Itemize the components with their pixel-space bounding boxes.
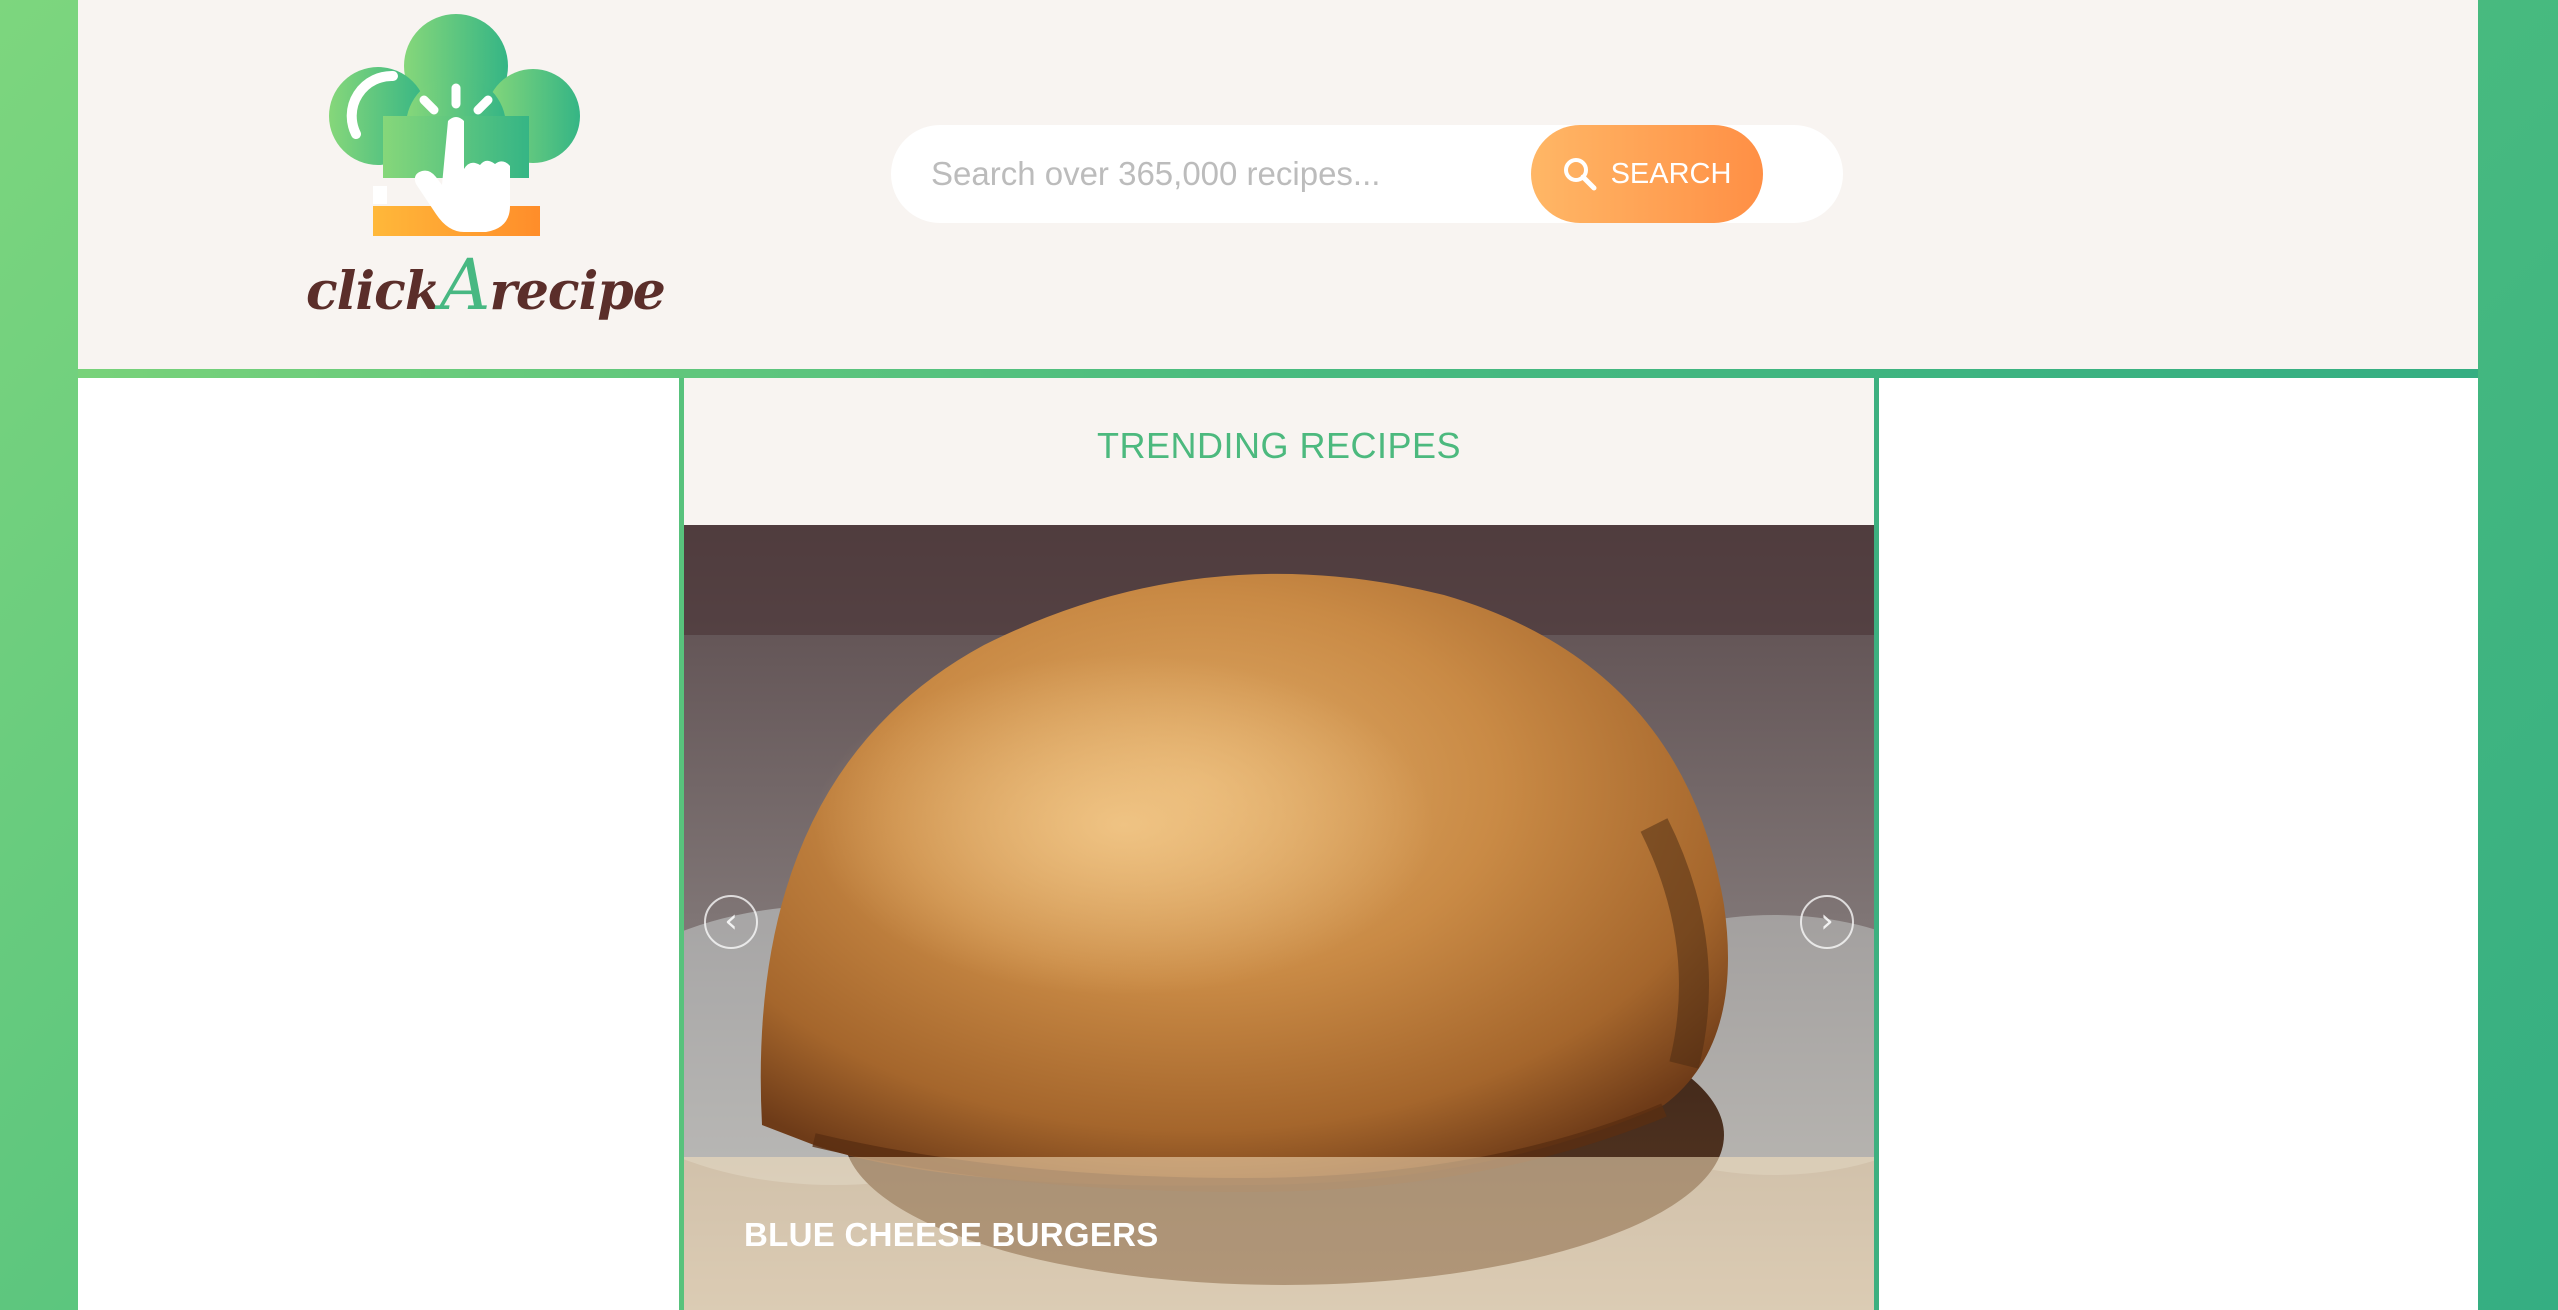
chef-hat-pointer-icon (329, 14, 580, 236)
search-form: SEARCH (891, 125, 1843, 223)
carousel-prev-button[interactable]: ‹ (704, 895, 758, 949)
page: clickArecipe SEARCH TRENDING RECIPES (78, 0, 2478, 1310)
site-header: clickArecipe SEARCH (78, 0, 2478, 369)
logo-wordmark-accent: A (439, 244, 491, 326)
chevron-left-icon: ‹ (724, 901, 738, 941)
search-icon (1563, 158, 1597, 191)
header-divider (78, 369, 2478, 378)
trending-recipes-panel: TRENDING RECIPES ‹ › BLUE CHEESE BURGERS (679, 378, 1879, 1310)
carousel-next-button[interactable]: › (1800, 895, 1854, 949)
trending-title: TRENDING RECIPES (1096, 425, 1462, 466)
logo-wordmark-part2: recipe (489, 261, 665, 322)
trending-header: TRENDING RECIPES (684, 378, 1874, 525)
slide-caption: BLUE CHEESE BURGERS (684, 1157, 1874, 1310)
chevron-right-icon: › (1820, 901, 1834, 941)
logo-wordmark-part1: click (306, 261, 441, 322)
recipe-title-link[interactable]: BLUE CHEESE BURGERS (744, 1216, 1159, 1254)
search-button-label: SEARCH (1610, 157, 1732, 190)
search-input[interactable] (891, 125, 1511, 223)
site-logo[interactable]: clickArecipe (228, 6, 666, 326)
search-button[interactable]: SEARCH (1531, 125, 1763, 223)
recipe-slide[interactable]: ‹ › BLUE CHEESE BURGERS (684, 525, 1874, 1310)
logo-wordmark: clickArecipe (306, 244, 666, 326)
